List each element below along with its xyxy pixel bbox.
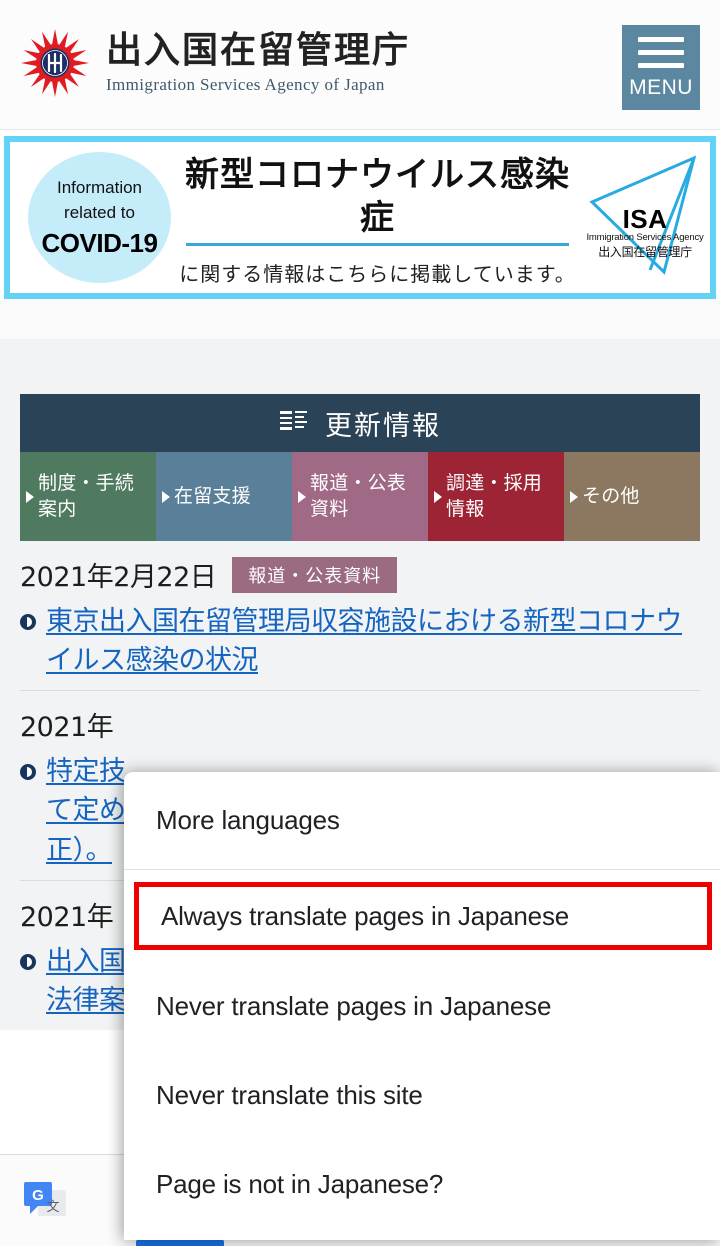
site-brand[interactable]: 出入国在留管理庁 Immigration Services Agency of … <box>18 26 410 100</box>
translate-active-tab-indicator <box>136 1239 224 1246</box>
translate-menu-item-page-not-in-language[interactable]: Page is not in Japanese? <box>124 1140 720 1229</box>
translate-menu-item-always-translate[interactable]: Always translate pages in Japanese <box>134 882 712 950</box>
menu-button-label: MENU <box>629 76 693 99</box>
site-title-jp: 出入国在留管理庁 <box>106 30 411 72</box>
news-tab-1[interactable]: 在留支援 <box>156 452 292 541</box>
news-item-link[interactable]: 東京出入国在留管理局収容施設における新型コロナウイルス感染の状況 <box>46 602 700 680</box>
caret-right-icon <box>298 490 306 503</box>
covid-line2: related to <box>64 203 135 222</box>
site-header: 出入国在留管理庁 Immigration Services Agency of … <box>0 0 720 130</box>
translate-menu-label: Never translate pages in Japanese <box>156 991 552 1021</box>
isa-abbr: ISA <box>622 204 668 234</box>
isa-japanese: 出入国在留管理庁 <box>598 245 692 260</box>
covid-banner-subtitle: に関する情報はこちらに掲載しています。 <box>179 262 576 286</box>
bullet-icon <box>20 953 36 970</box>
news-item-meta: 2021年 <box>20 705 700 744</box>
news-item-meta: 2021年2月22日 報道・公表資料 <box>20 555 700 594</box>
news-item-link[interactable]: 出入国 法律案 <box>46 942 126 1020</box>
news-item-date: 2021年 <box>20 712 114 744</box>
translate-menu-item-never-translate-site[interactable]: Never translate this site <box>124 1051 720 1140</box>
caret-right-icon <box>162 490 170 503</box>
caret-right-icon <box>570 490 578 503</box>
covid-line1: Information <box>56 178 143 198</box>
isa-logo-text: ISA Immigration Services Agency 出入国在留管理庁 <box>586 206 704 261</box>
news-tab-3[interactable]: 調達・採用 情報 <box>428 452 564 541</box>
news-item-link-row[interactable]: 東京出入国在留管理局収容施設における新型コロナウイルス感染の状況 <box>20 602 700 680</box>
site-title-en: Immigration Services Agency of Japan <box>106 74 385 94</box>
translate-menu-item-never-translate-language[interactable]: Never translate pages in Japanese <box>124 962 720 1051</box>
news-panel-title: 更新情報 <box>325 410 441 442</box>
covid-line3: COVID-19 <box>41 227 158 258</box>
news-item-badge: 報道・公表資料 <box>232 556 398 593</box>
brand-text: 出入国在留管理庁 Immigration Services Agency of … <box>106 31 410 94</box>
covid-banner-main: 新型コロナウイルス感染症 に関する情報はこちらに掲載しています。 <box>170 154 585 287</box>
news-item-date: 2021年2月22日 <box>20 562 217 593</box>
news-tab-0[interactable]: 制度・手続 案内 <box>20 452 156 541</box>
translate-menu-label: Always translate pages in Japanese <box>161 900 570 931</box>
news-tab-label-0: 制度・手続 案内 <box>38 471 135 520</box>
news-tab-label-4: その他 <box>582 484 640 507</box>
translate-menu-item-more-languages[interactable]: More languages <box>124 772 720 870</box>
news-document-icon <box>279 409 309 438</box>
news-panel-header: 更新情報 <box>20 394 700 452</box>
news-tab-label-2: 報道・公表 資料 <box>310 471 407 520</box>
covid-banner-band: Information related to COVID-19 新型コロナウイル… <box>0 130 720 299</box>
news-item-link[interactable]: 特定技 て定め 正）。 <box>46 752 126 869</box>
chrysanthemum-crest-icon <box>18 26 92 100</box>
hamburger-icon <box>638 37 684 68</box>
translate-menu-label: More languages <box>156 805 340 835</box>
spacer-white <box>0 299 720 339</box>
caret-right-icon <box>434 490 442 503</box>
menu-button[interactable]: MENU <box>622 25 700 110</box>
translate-options-menu: More languages Always translate pages in… <box>124 772 720 1240</box>
covid-banner[interactable]: Information related to COVID-19 新型コロナウイル… <box>4 136 716 299</box>
bullet-icon <box>20 764 36 781</box>
spacer-grey <box>0 339 720 394</box>
page-root: 出入国在留管理庁 Immigration Services Agency of … <box>0 0 720 1246</box>
isa-english: Immigration Services Agency <box>586 232 704 243</box>
covid-banner-title: 新型コロナウイルス感染症 <box>185 155 570 238</box>
news-panel: 更新情報 制度・手続 案内 在留支援 報道・公表 資料 調達・採用 情報 その他 <box>0 394 720 541</box>
translate-menu-label: Page is not in Japanese? <box>156 1169 444 1199</box>
news-list-item: 2021年2月22日 報道・公表資料 東京出入国在留管理局収容施設における新型コ… <box>20 541 700 690</box>
svg-text:文: 文 <box>46 1200 59 1215</box>
news-tab-label-1: 在留支援 <box>174 484 251 507</box>
news-item-date: 2021年 <box>20 901 114 933</box>
covid-circle-badge: Information related to COVID-19 <box>28 152 171 283</box>
news-category-tabs: 制度・手続 案内 在留支援 報道・公表 資料 調達・採用 情報 その他 <box>20 452 700 541</box>
svg-text:G: G <box>32 1187 44 1204</box>
covid-banner-rule <box>186 243 569 246</box>
caret-right-icon <box>26 490 34 503</box>
news-tab-4[interactable]: その他 <box>564 452 700 541</box>
news-tab-2[interactable]: 報道・公表 資料 <box>292 452 428 541</box>
translate-menu-label: Never translate this site <box>156 1080 423 1110</box>
isa-triangle-logo-icon: ISA Immigration Services Agency 出入国在留管理庁 <box>586 150 704 278</box>
bullet-icon <box>20 614 36 630</box>
news-tab-label-3: 調達・採用 情報 <box>446 471 543 520</box>
google-translate-icon: G 文 <box>24 1178 70 1224</box>
